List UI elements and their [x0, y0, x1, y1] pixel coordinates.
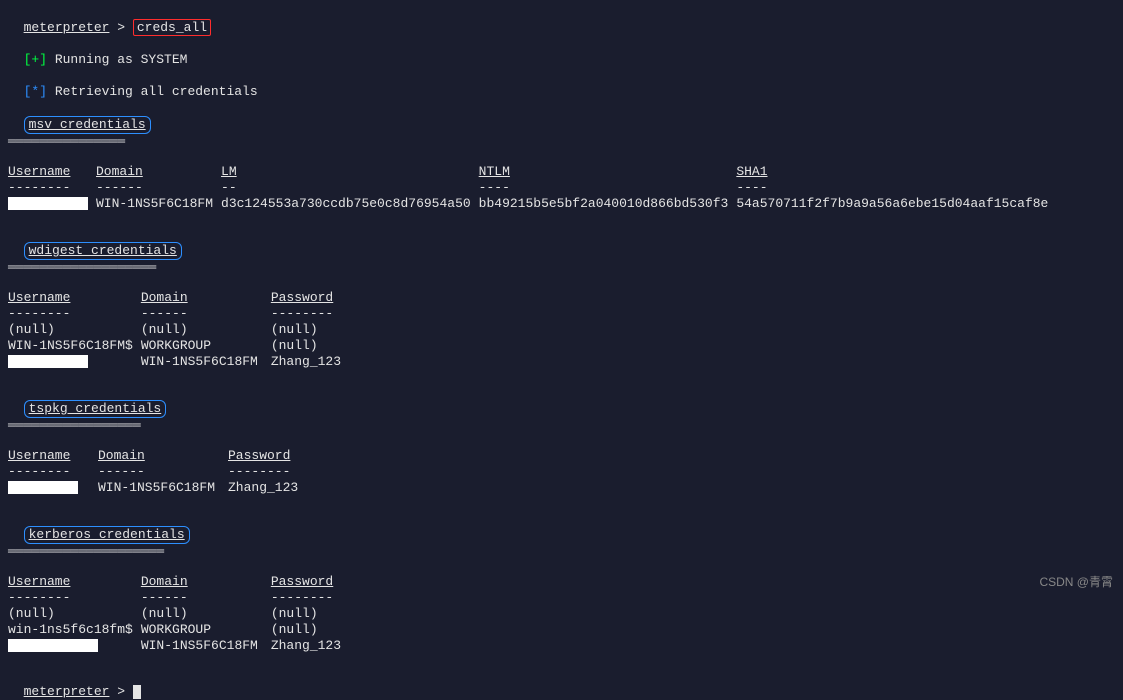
table-row: x WIN-1NS5F6C18FM Zhang_123: [8, 354, 349, 370]
col-username: Username: [8, 290, 141, 306]
cell-sha1: 54a570711f2f7b9a9a56a6ebe15d04aaf15caf8e: [736, 196, 1056, 212]
col-ntlm: NTLM: [479, 164, 737, 180]
table-sep-row: -------- ------ -- ---- ----: [8, 180, 1056, 196]
status-line-running: [+] Running as SYSTEM: [8, 36, 1115, 68]
wdigest-underline: ═══════════════════: [8, 260, 1115, 276]
col-domain: Domain: [98, 448, 228, 464]
kerberos-title: kerberos credentials: [24, 526, 190, 544]
watermark: CSDN @青霄: [1039, 574, 1113, 590]
col-password: Password: [271, 574, 349, 590]
table-header-row: Username Domain LM NTLM SHA1: [8, 164, 1056, 180]
col-lm: LM: [221, 164, 479, 180]
section-header-wdigest: wdigest credentials: [8, 226, 1115, 260]
msv-title: msv credentials: [24, 116, 151, 134]
tspkg-table: Username Domain Password -------- ------…: [8, 448, 306, 496]
table-row: (null) (null) (null): [8, 606, 349, 622]
table-row: x WIN-1NS5F6C18FM Zhang_123: [8, 480, 306, 496]
table-header-row: Username Domain Password: [8, 574, 349, 590]
cell-username: x: [8, 196, 96, 212]
kerberos-underline: ════════════════════: [8, 544, 1115, 560]
col-password: Password: [228, 448, 306, 464]
command-entered: creds_all: [133, 19, 211, 36]
kerberos-table: Username Domain Password -------- ------…: [8, 574, 349, 654]
cell-domain: WIN-1NS5F6C18FM: [96, 196, 221, 212]
status-running-text: Running as SYSTEM: [47, 52, 187, 67]
tspkg-underline: ═════════════════: [8, 418, 1115, 434]
table-row: win-1ns5f6c18fm$ WORKGROUP (null): [8, 622, 349, 638]
col-sha1: SHA1: [736, 164, 1056, 180]
table-row: (null) (null) (null): [8, 322, 349, 338]
prompt-label: meterpreter: [24, 684, 110, 699]
table-sep-row: -------- ------ --------: [8, 306, 349, 322]
table-sep-row: -------- ------ --------: [8, 590, 349, 606]
table-sep-row: -------- ------ --------: [8, 464, 306, 480]
section-header-kerberos: kerberos credentials: [8, 510, 1115, 544]
prompt-sep: >: [109, 20, 132, 35]
redacted-username: x: [8, 639, 98, 652]
table-row: x WIN-1NS5F6C18FM Zhang_123: [8, 638, 349, 654]
cursor-icon: [133, 685, 141, 699]
cell-ntlm: bb49215b5e5bf2a040010d866bd530f3: [479, 196, 737, 212]
col-password: Password: [271, 290, 349, 306]
status-line-retrieving: [*] Retrieving all credentials: [8, 68, 1115, 100]
msv-table: Username Domain LM NTLM SHA1 -------- --…: [8, 164, 1056, 212]
prompt-line: meterpreter > creds_all: [8, 4, 1115, 36]
section-header-tspkg: tspkg credentials: [8, 384, 1115, 418]
redacted-username: x: [8, 197, 88, 210]
col-username: Username: [8, 164, 96, 180]
col-domain: Domain: [141, 290, 271, 306]
table-row: WIN-1NS5F6C18FM$ WORKGROUP (null): [8, 338, 349, 354]
prompt-sep: >: [109, 684, 132, 699]
msv-underline: ═══════════════: [8, 134, 1115, 150]
prompt-label: meterpreter: [24, 20, 110, 35]
table-header-row: Username Domain Password: [8, 448, 306, 464]
section-header-msv: msv credentials: [8, 100, 1115, 134]
col-domain: Domain: [141, 574, 271, 590]
col-username: Username: [8, 448, 98, 464]
tspkg-title: tspkg credentials: [24, 400, 167, 418]
col-username: Username: [8, 574, 141, 590]
status-retrieving-text: Retrieving all credentials: [47, 84, 258, 99]
wdigest-title: wdigest credentials: [24, 242, 182, 260]
wdigest-table: Username Domain Password -------- ------…: [8, 290, 349, 370]
cell-lm: d3c124553a730ccdb75e0c8d76954a50: [221, 196, 479, 212]
table-row: x WIN-1NS5F6C18FM d3c124553a730ccdb75e0c…: [8, 196, 1056, 212]
redacted-username: x: [8, 481, 78, 494]
redacted-username: x: [8, 355, 88, 368]
col-domain: Domain: [96, 164, 221, 180]
table-header-row: Username Domain Password: [8, 290, 349, 306]
status-star-icon: [*]: [24, 84, 47, 99]
prompt-line-bottom[interactable]: meterpreter >: [8, 668, 1115, 700]
status-plus-icon: [+]: [24, 52, 47, 67]
